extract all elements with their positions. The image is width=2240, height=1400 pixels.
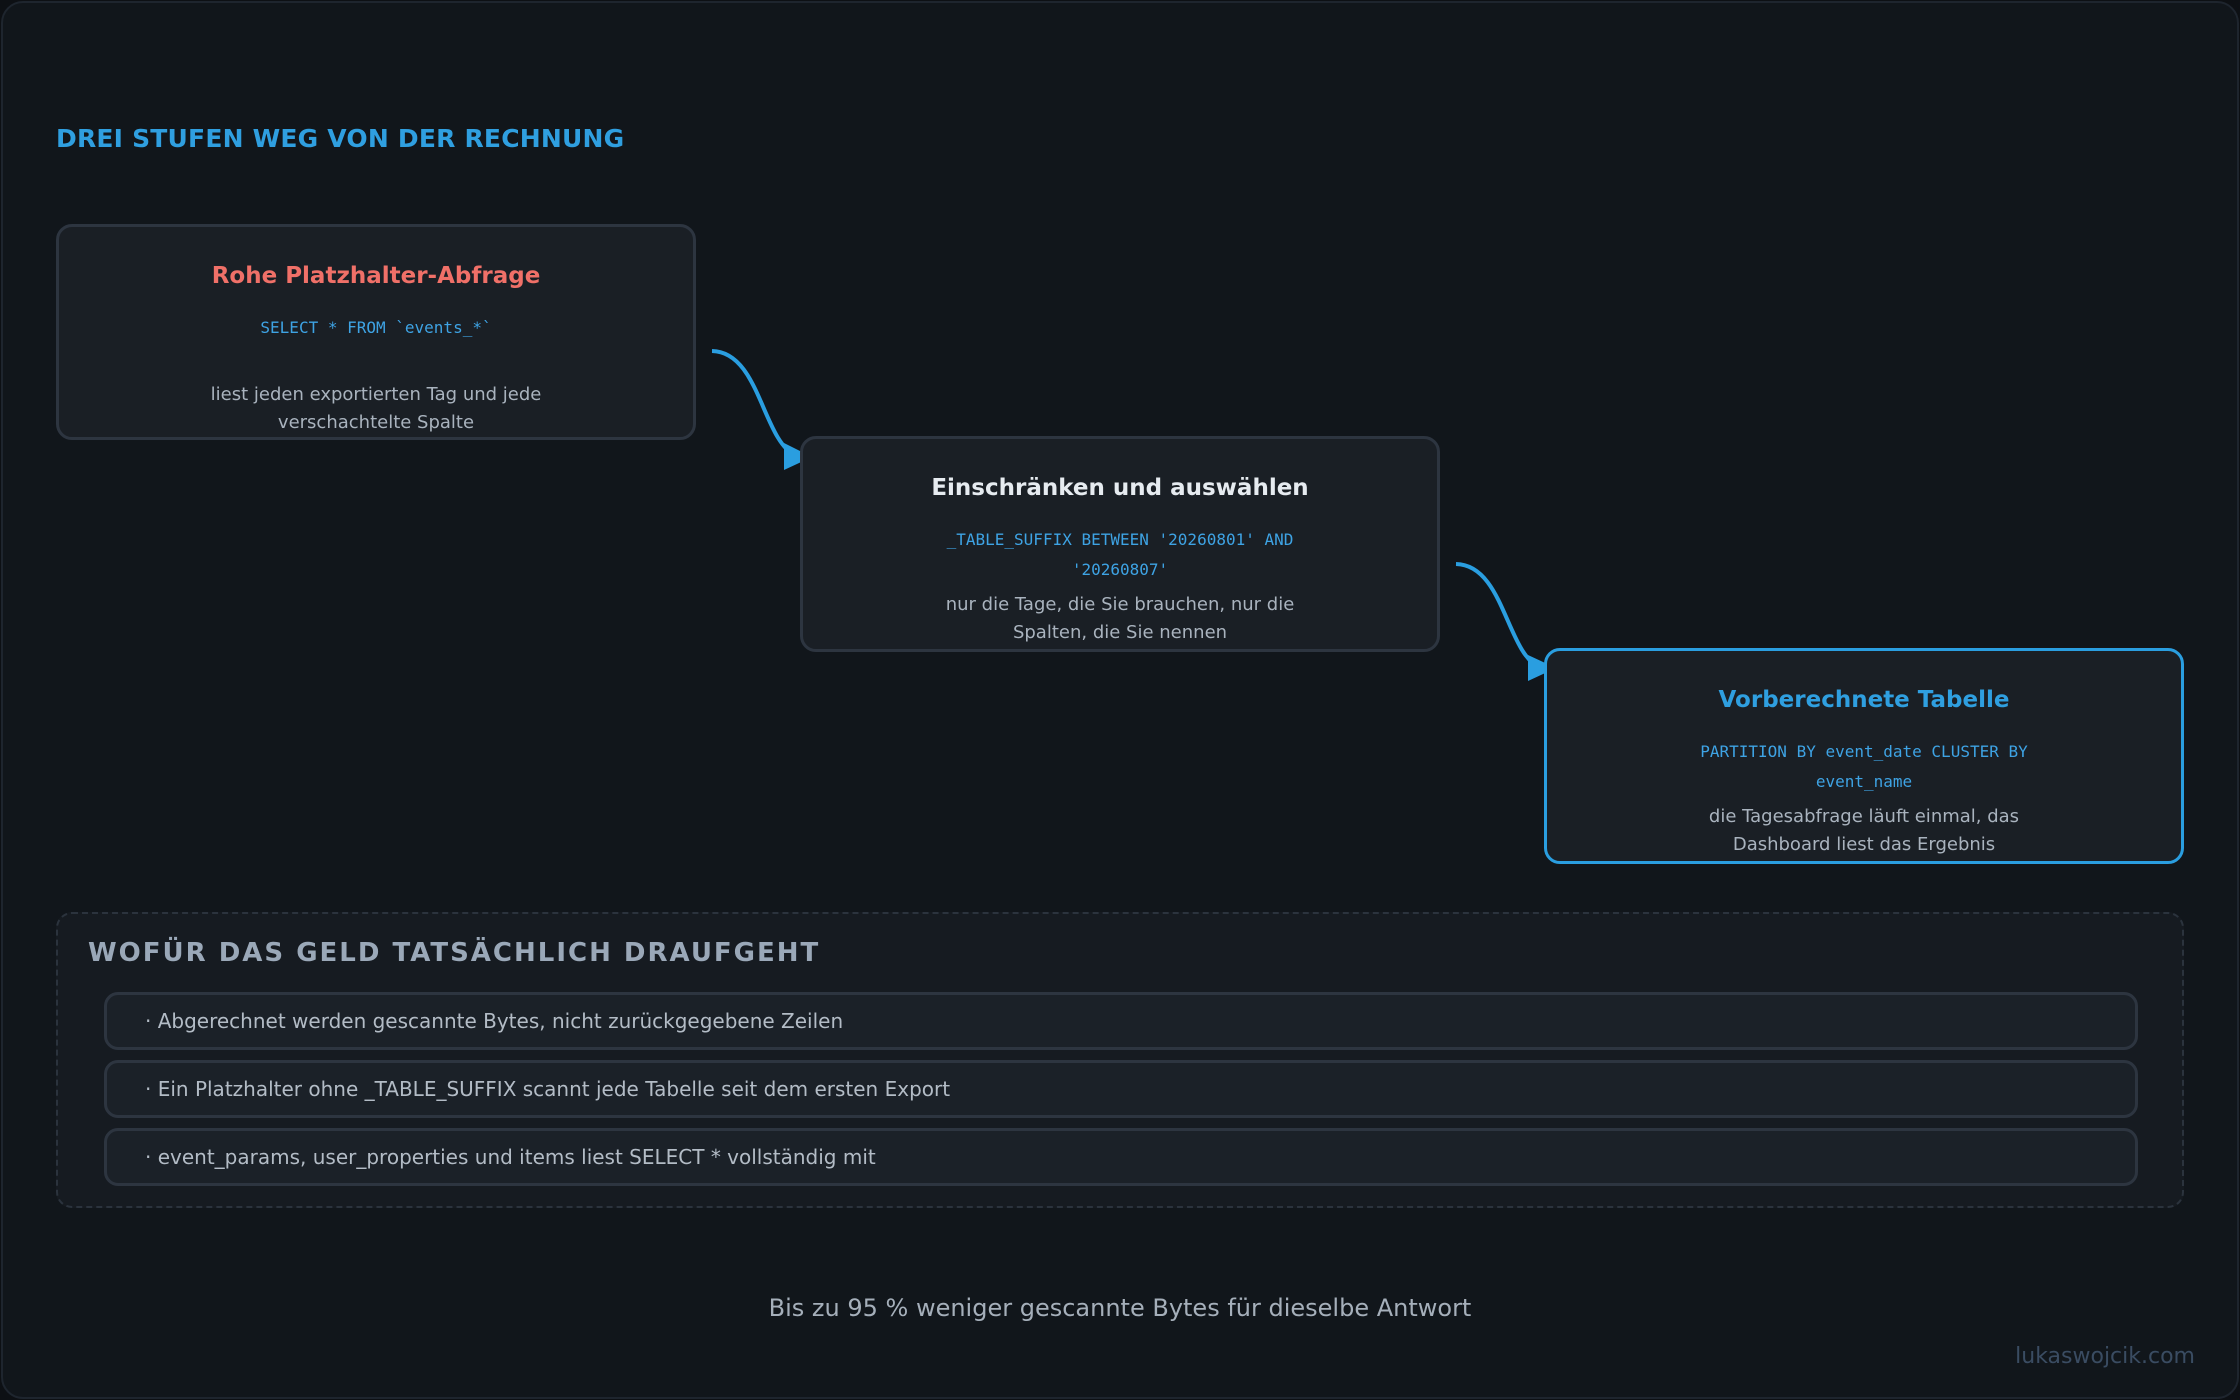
card-code: _TABLE_SUFFIX BETWEEN '20260801' AND '20…: [946, 530, 1294, 579]
card-title: Vorberechnete Tabelle: [1718, 687, 2010, 713]
card-description: liest jeden exportierten Tag und jede ve…: [210, 384, 542, 433]
credit-link: lukaswojcik.com: [2015, 1344, 2195, 1369]
cost-summary-panel: WOFÜR DAS GELD TATSÄCHLICH DRAUFGEHT · A…: [56, 912, 2184, 1208]
card-description: die Tagesabfrage läuft einmal, das Dashb…: [1708, 806, 2020, 855]
summary-list: · Abgerechnet werden gescannte Bytes, ni…: [104, 992, 2138, 1196]
list-item: · Abgerechnet werden gescannte Bytes, ni…: [104, 992, 2138, 1050]
footer-claim: Bis zu 95 % weniger gescannte Bytes für …: [768, 1294, 1472, 1322]
card-code: PARTITION BY event_date CLUSTER BY event…: [1700, 742, 2028, 791]
card-title: Rohe Platzhalter-Abfrage: [211, 263, 541, 289]
card-restrict-and-select: Einschränken und auswählen _TABLE_SUFFIX…: [800, 436, 1440, 652]
card-description: nur die Tage, die Sie brauchen, nur die …: [945, 594, 1295, 643]
connector-arrow-2-to-3: [1455, 562, 1541, 670]
connector-arrow-1-to-2: [711, 349, 797, 458]
list-item: · event_params, user_properties und item…: [104, 1128, 2138, 1186]
summary-title: WOFÜR DAS GELD TATSÄCHLICH DRAUFGEHT: [88, 938, 821, 968]
card-precomputed-table: Vorberechnete Tabelle PARTITION BY event…: [1544, 648, 2184, 864]
card-code: SELECT * FROM `events_*`: [260, 318, 492, 337]
card-title: Einschränken und auswählen: [931, 475, 1309, 501]
card-raw-wildcard-query: Rohe Platzhalter-Abfrage SELECT * FROM `…: [56, 224, 696, 440]
list-item: · Ein Platzhalter ohne _TABLE_SUFFIX sca…: [104, 1060, 2138, 1118]
